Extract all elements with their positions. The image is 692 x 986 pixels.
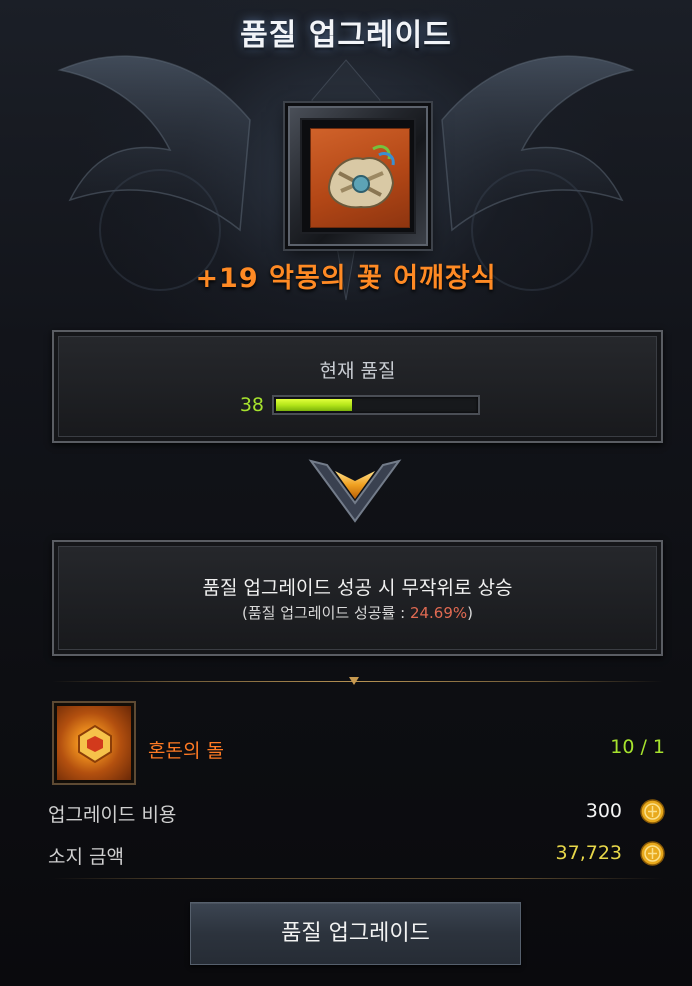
success-rate-value: 24.69% (409, 604, 468, 622)
material-name: 혼돈의 돌 (148, 740, 224, 762)
quality-value: 38 (239, 394, 264, 416)
material-slot[interactable] (52, 701, 136, 785)
gold-coin-icon (640, 799, 665, 824)
quality-upgrade-window: 품질 업그레이드 +19 악몽의 꽃 어깨장식 현재 품질 38 품질 업그레이… (0, 0, 692, 986)
shoulder-armor-icon-graphic (327, 145, 395, 209)
chaos-stone-icon (57, 706, 131, 780)
quality-upgrade-button[interactable]: 품질 업그레이드 (190, 902, 521, 965)
quality-bar-fill (276, 399, 352, 411)
gold-coin-icon (640, 841, 665, 866)
shoulder-armor-icon[interactable] (310, 128, 410, 228)
divider-ornament-icon (349, 677, 359, 685)
material-count: 10 / 1 (610, 736, 665, 758)
owned-gold-label: 소지 금액 (48, 846, 124, 868)
chaos-stone-icon-graphic (78, 724, 112, 764)
owned-gold-value: 37,723 (555, 842, 622, 864)
quality-bar (272, 395, 480, 415)
current-quality-panel: 현재 품질 38 (52, 330, 663, 443)
success-rate-text: (품질 업그레이드 성공률 : 24.69%) (241, 604, 474, 622)
footer-divider (52, 878, 663, 879)
item-frame (288, 106, 428, 246)
current-quality-label: 현재 품질 (319, 360, 396, 382)
item-name: +19 악몽의 꽃 어깨장식 (195, 263, 497, 294)
upgrade-cost-value: 300 (585, 800, 622, 822)
down-arrow-icon (308, 459, 402, 523)
upgrade-info-panel: 품질 업그레이드 성공 시 무작위로 상승 (품질 업그레이드 성공률 : 24… (52, 540, 663, 656)
upgrade-cost-label: 업그레이드 비용 (48, 804, 177, 826)
upgrade-info-text: 품질 업그레이드 성공 시 무작위로 상승 (202, 577, 513, 599)
page-title: 품질 업그레이드 (240, 18, 452, 53)
